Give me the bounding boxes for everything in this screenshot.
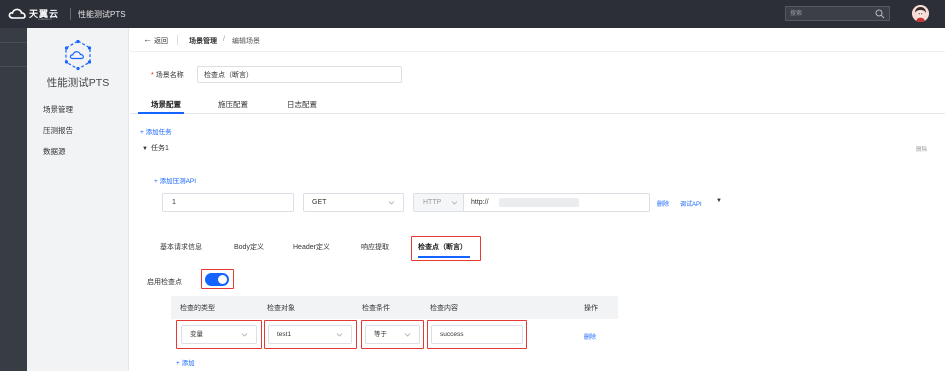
- search-box[interactable]: [785, 6, 890, 21]
- check-content-input[interactable]: success: [431, 325, 523, 344]
- delete-api-button[interactable]: 删除: [657, 199, 669, 208]
- delete-row-button[interactable]: 删除: [584, 332, 596, 341]
- column-header-action: 操作: [584, 305, 598, 312]
- back-link[interactable]: 返回: [154, 36, 168, 46]
- toggle-knob: [218, 275, 227, 284]
- left-rail: [0, 28, 27, 371]
- rail-divider: [0, 66, 27, 67]
- checkpoint-table-header: 检查的类型 检查对象 检查条件 检查内容 操作: [171, 296, 618, 319]
- subtab-response-extract[interactable]: 响应提取: [361, 242, 389, 252]
- api-caret-down-icon[interactable]: ▼: [716, 198, 722, 204]
- url-redacted-mask: [499, 198, 579, 207]
- url-field-group: HTTP http://: [413, 193, 650, 212]
- scene-name-label: * 场景名称: [151, 70, 184, 80]
- column-header-type: 检查的类型: [180, 305, 215, 312]
- scene-name-input[interactable]: [197, 66, 402, 83]
- tab-load-config[interactable]: 施压配置: [218, 99, 248, 110]
- search-icon[interactable]: [875, 9, 885, 19]
- task-name: 任务1: [150, 145, 169, 152]
- debug-api-button[interactable]: 调试API: [680, 199, 702, 208]
- subtab-body[interactable]: Body定义: [234, 242, 264, 252]
- chevron-down-icon: [336, 333, 343, 337]
- delete-task-button[interactable]: 删除: [916, 145, 927, 153]
- breadcrumb: ← 返回 场景管理 / 编辑场景: [130, 28, 945, 52]
- active-subtab-indicator: [418, 256, 470, 258]
- top-bar: 天翼云 e.cloud.cn 性能测试PTS: [0, 0, 945, 28]
- breadcrumb-scene-management[interactable]: 场景管理: [189, 36, 217, 46]
- url-input[interactable]: http://: [471, 194, 489, 211]
- cloud-logo-icon: [8, 8, 26, 19]
- protocol-select[interactable]: HTTP: [414, 194, 464, 211]
- sidebar-item-data-source[interactable]: 数据源: [43, 146, 66, 157]
- subtab-checkpoint[interactable]: 检查点（断言）: [418, 242, 467, 252]
- active-tab-indicator: [138, 112, 184, 114]
- check-condition-value: 等于: [374, 331, 387, 338]
- app-root: 天翼云 e.cloud.cn 性能测试PTS 搜索 性能测试PTS 场景管理 压…: [0, 0, 945, 371]
- user-avatar[interactable]: [912, 5, 929, 22]
- subtab-header[interactable]: Header定义: [293, 242, 330, 252]
- api-subtabs: 基本请求信息 Body定义 Header定义 响应提取 检查点（断言）: [150, 235, 750, 260]
- config-tabs: 场景配置 施压配置 日志配置: [130, 96, 945, 114]
- required-mark: *: [151, 72, 154, 79]
- avatar-face-icon: [912, 5, 929, 22]
- chevron-down-icon: [388, 201, 395, 205]
- column-header-condition: 检查条件: [362, 305, 390, 312]
- subtab-basic-request[interactable]: 基本请求信息: [160, 242, 202, 252]
- header-divider: [70, 8, 71, 20]
- http-method-value: GET: [312, 199, 327, 206]
- check-type-value: 变量: [190, 331, 203, 338]
- breadcrumb-separator: /: [223, 36, 225, 43]
- column-header-content: 检查内容: [430, 305, 458, 312]
- check-object-select[interactable]: test1: [268, 325, 352, 344]
- rail-divider: [0, 42, 27, 43]
- column-header-object: 检查对象: [267, 305, 295, 312]
- http-method-select[interactable]: GET: [303, 193, 404, 212]
- tab-scene-config[interactable]: 场景配置: [151, 99, 181, 110]
- sidebar-item-test-reports[interactable]: 压测报告: [43, 125, 73, 136]
- breadcrumb-edit-scene: 编辑场景: [232, 38, 260, 45]
- sidebar-title: 性能测试PTS: [46, 77, 110, 89]
- add-task-link[interactable]: + 添加任务: [140, 126, 172, 136]
- api-index-field[interactable]: 1: [162, 193, 294, 212]
- sidebar: 性能测试PTS 场景管理 压测报告 数据源: [27, 28, 129, 371]
- add-checkpoint-row-link[interactable]: + 添加: [176, 357, 195, 367]
- breadcrumb-divider: [177, 35, 178, 45]
- sidebar-item-scene-management[interactable]: 场景管理: [43, 104, 73, 115]
- enable-checkpoint-toggle[interactable]: [205, 273, 229, 286]
- main-content: ← 返回 场景管理 / 编辑场景 *场景名称 场景配置 施压配置 日志配置 + …: [130, 28, 945, 371]
- chevron-down-icon: [241, 333, 248, 337]
- search-input[interactable]: [790, 9, 870, 19]
- chevron-down-icon: [451, 201, 458, 205]
- back-arrow-icon[interactable]: ←: [143, 34, 152, 44]
- check-type-select[interactable]: 变量: [181, 325, 257, 344]
- product-name[interactable]: 性能测试PTS: [78, 9, 126, 20]
- enable-checkpoint-label: 启用检查点: [147, 279, 182, 286]
- caret-down-icon[interactable]: ▼: [142, 146, 148, 152]
- protocol-value: HTTP: [423, 199, 442, 206]
- brand-subtext: e.cloud.cn: [38, 17, 52, 21]
- pts-hexagon-icon: [64, 39, 92, 71]
- check-condition-select[interactable]: 等于: [365, 325, 420, 344]
- task-header[interactable]: ▼ 任务1: [142, 143, 169, 153]
- scene-name-label-text: 场景名称: [155, 72, 184, 79]
- tab-log-config[interactable]: 日志配置: [287, 99, 317, 110]
- check-object-value: test1: [277, 331, 292, 338]
- chevron-down-icon: [404, 333, 411, 337]
- add-api-link[interactable]: + 添加压测API: [154, 175, 196, 185]
